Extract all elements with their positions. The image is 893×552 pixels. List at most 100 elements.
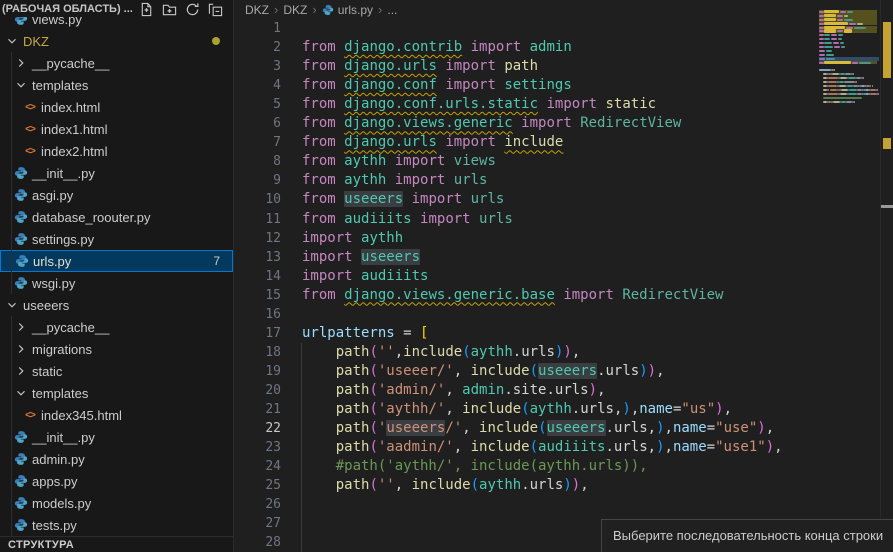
editor-pane[interactable]: 12 from django.contrib import admin3from … [235, 0, 893, 552]
tree-file--init-py[interactable]: __init__.py [0, 162, 233, 184]
tree-file-tests-py[interactable]: tests.py [0, 514, 233, 536]
tree-folder-migrations[interactable]: migrations [0, 338, 233, 360]
breadcrumb-item[interactable]: urls.py [322, 3, 373, 17]
code-line-21[interactable]: 21 path('aythh/', include(aythh.urls,),n… [235, 400, 893, 419]
tree-folder--pycache-[interactable]: __pycache__ [0, 316, 233, 338]
code-line-2[interactable]: 2 from django.contrib import admin [235, 38, 893, 57]
tree-folder--pycache-[interactable]: __pycache__ [0, 52, 233, 74]
code-line-26[interactable]: 26 [235, 495, 893, 514]
code-line-12[interactable]: 12import aythh [235, 229, 893, 248]
code-line-6[interactable]: 6from django.views.generic import Redire… [235, 114, 893, 133]
minimap[interactable] [819, 2, 879, 132]
code-text: from useeers import urls [302, 190, 504, 209]
code-line-14[interactable]: 14import audiiits [235, 267, 893, 286]
code-line-13[interactable]: 13import useeers [235, 248, 893, 267]
tree-folder-static[interactable]: static [0, 360, 233, 382]
python-file-icon [13, 451, 29, 467]
minimap-line-fragment [849, 89, 856, 91]
tree-file-index2-html[interactable]: <>index2.html [0, 140, 233, 162]
line-number: 28 [235, 533, 281, 552]
tree-file-index-html[interactable]: <>index.html [0, 96, 233, 118]
tree-file-index345-html[interactable]: <>index345.html [0, 404, 233, 426]
code-line-18[interactable]: 18 path('',include(aythh.urls)), [235, 343, 893, 362]
refresh-icon[interactable] [185, 2, 200, 17]
minimap-line-fragment [840, 42, 844, 44]
minimap-line-fragment [846, 27, 852, 29]
minimap-line-fragment [826, 50, 831, 52]
code-line-3[interactable]: 3from django.urls import path [235, 57, 893, 76]
code-line-7[interactable]: 7from django.urls import include [235, 133, 893, 152]
code-text: path('aadmin/', include(audiiits.urls,),… [302, 438, 783, 457]
tree-item-label: templates [29, 78, 88, 93]
code-line-5[interactable]: 5from django.conf.urls.static import sta… [235, 95, 893, 114]
code-line-9[interactable]: 9from aythh import urls [235, 171, 893, 190]
breadcrumb-item-label: DKZ [283, 3, 307, 17]
code-line-25[interactable]: 25 path('', include(aythh.urls)), [235, 476, 893, 495]
minimap-line-fragment [859, 62, 872, 64]
code-line-19[interactable]: 19 path('useeer/', include(useeers.urls)… [235, 362, 893, 381]
minimap-line-fragment [857, 23, 863, 25]
code-line-15[interactable]: 15from django.views.generic.base import … [235, 286, 893, 305]
breadcrumb-item[interactable]: DKZ [245, 3, 269, 17]
code-line-1[interactable]: 1 [235, 19, 893, 38]
outline-section-header[interactable]: СТРУКТУРА [0, 536, 233, 552]
workspace-section-header[interactable]: (РАБОЧАЯ ОБЛАСТЬ) ... [0, 0, 233, 17]
minimap-line-fragment [833, 42, 839, 44]
new-folder-icon[interactable] [162, 2, 177, 17]
warning-marker [883, 22, 891, 78]
breadcrumb-item[interactable]: DKZ [283, 3, 307, 17]
code-line-11[interactable]: 11from audiiits import urls [235, 210, 893, 229]
tree-file-database-roouter-py[interactable]: database_roouter.py [0, 206, 233, 228]
collapse-all-icon[interactable] [208, 2, 223, 17]
code-line-4[interactable]: 4from django.conf import settings [235, 76, 893, 95]
tree-folder-useeers[interactable]: useeers [0, 294, 233, 316]
minimap-line-fragment [863, 77, 864, 79]
code-text: from django.contrib import admin [302, 38, 572, 57]
code-text: from audiiits import urls [302, 210, 513, 229]
tree-folder-templates[interactable]: templates [0, 382, 233, 404]
tree-folder-dkz[interactable]: DKZ [0, 30, 233, 52]
line-number: 6 [235, 114, 281, 133]
code-line-20[interactable]: 20 path('admin/', admin.site.urls), [235, 381, 893, 400]
tree-file-models-py[interactable]: models.py [0, 492, 233, 514]
minimap-line-fragment [824, 46, 832, 48]
code-text: urlpatterns = [ [302, 324, 428, 343]
minimap-line-fragment [819, 54, 825, 56]
code-text: path('admin/', admin.site.urls), [302, 381, 606, 400]
minimap-line-fragment [834, 69, 835, 71]
code-line-17[interactable]: 17urlpatterns = [ [235, 324, 893, 343]
code-area[interactable]: 12 from django.contrib import admin3from … [235, 0, 893, 552]
code-line-22[interactable]: 22 path('useeers/', include(useeers.urls… [235, 419, 893, 438]
python-file-icon [13, 517, 29, 533]
code-text: from django.conf.urls.static import stat… [302, 95, 656, 114]
code-line-10[interactable]: 10from useeers import urls [235, 190, 893, 209]
code-line-24[interactable]: 24 #path('aythh/', include(aythh.urls)), [235, 457, 893, 476]
html-file-icon: <> [22, 143, 38, 159]
tree-item-label: index345.html [38, 408, 122, 423]
tree-file--init-py[interactable]: __init__.py [0, 426, 233, 448]
code-line-16[interactable]: 16 [235, 305, 893, 324]
line-number: 13 [235, 248, 281, 267]
minimap-line-fragment [848, 93, 856, 95]
minimap-line-fragment [847, 85, 852, 87]
tree-file-asgi-py[interactable]: asgi.py [0, 184, 233, 206]
line-number: 2 [235, 38, 281, 57]
modified-dot-badge [212, 37, 220, 45]
minimap-line-fragment [877, 89, 878, 91]
overview-ruler[interactable] [880, 0, 893, 552]
minimap-line-fragment [853, 73, 854, 75]
minimap-line-fragment [819, 50, 825, 52]
tree-file-settings-py[interactable]: settings.py [0, 228, 233, 250]
code-line-23[interactable]: 23 path('aadmin/', include(audiiits.urls… [235, 438, 893, 457]
line-number: 26 [235, 495, 281, 514]
tree-file-wsgi-py[interactable]: wsgi.py [0, 272, 233, 294]
tree-file-index1-html[interactable]: <>index1.html [0, 118, 233, 140]
tree-file-apps-py[interactable]: apps.py [0, 470, 233, 492]
code-line-8[interactable]: 8from aythh import views [235, 152, 893, 171]
html-file-icon: <> [22, 99, 38, 115]
tree-file-urls-py[interactable]: urls.py7 [0, 250, 233, 272]
new-file-icon[interactable] [139, 2, 154, 17]
tree-folder-templates[interactable]: templates [0, 74, 233, 96]
tree-file-admin-py[interactable]: admin.py [0, 448, 233, 470]
breadcrumb-item[interactable]: ... [387, 3, 397, 17]
